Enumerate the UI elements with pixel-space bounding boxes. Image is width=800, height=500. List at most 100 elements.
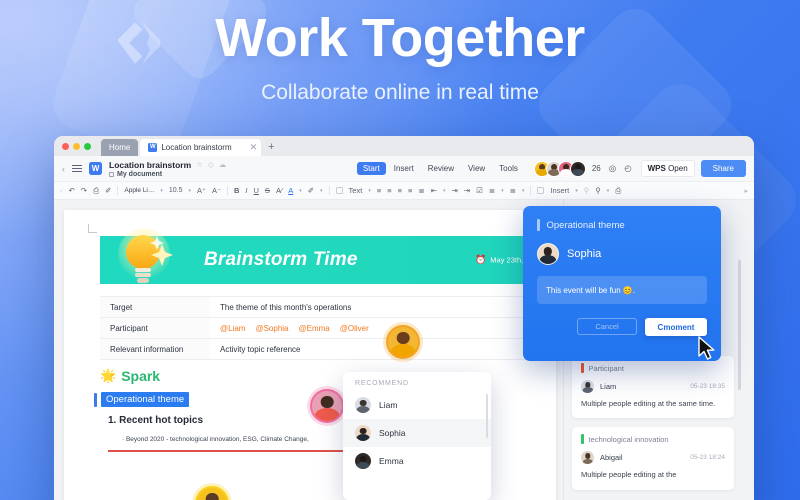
chevron-down-icon[interactable]: ▾ (320, 188, 323, 194)
dropdown-scrollbar[interactable] (485, 394, 488, 438)
minimize-window-button[interactable] (73, 142, 80, 150)
comment-card[interactable]: Participant Liam 05-23 18:35 Multiple pe… (572, 356, 734, 419)
comment-input[interactable]: This event will be fun 😊. (537, 276, 707, 304)
mention-emma[interactable]: @Emma (299, 324, 330, 333)
nav-prev-icon[interactable]: ‹ (60, 186, 63, 195)
close-icon[interactable]: ✕ (250, 142, 258, 153)
star-icon[interactable]: ☆ (196, 160, 203, 169)
decrease-font-button[interactable]: A⁻ (212, 186, 221, 195)
font-family-select[interactable]: Apple Li… (124, 187, 154, 194)
numbered-list-button[interactable]: ≣ (510, 186, 516, 195)
recent-topics-heading: 1. Recent hot topics (108, 415, 204, 426)
tab-location-brainstorm[interactable]: W Location brainstorm ✕ (140, 139, 262, 156)
chevron-down-icon[interactable]: ▾ (368, 188, 371, 194)
tab-review[interactable]: Review (422, 162, 460, 175)
comment-submit-button[interactable]: Cmoment (645, 318, 707, 336)
page-title: Work Together (215, 8, 585, 68)
tab-home[interactable]: Home (101, 139, 139, 156)
print-icon-2[interactable]: ⎙ (615, 186, 621, 196)
text-box-icon[interactable] (335, 187, 343, 194)
history-icon[interactable]: ◴ (624, 163, 631, 174)
italic-button[interactable]: I (245, 186, 247, 195)
search-icon[interactable]: ⚲ (595, 186, 601, 195)
wps-open-bold: WPS (647, 164, 666, 173)
comment-card[interactable]: technological innovation Abigail 05-23 1… (572, 427, 734, 490)
cloud-icon[interactable]: ☁ (219, 160, 227, 169)
mention-recommend-dropdown[interactable]: RECOMMEND Liam Sophia Emma (343, 372, 491, 500)
table-row-mentions[interactable]: @Liam @Sophia @Emma @Oliver (210, 317, 556, 339)
strikethrough-button[interactable]: S (265, 186, 270, 195)
operational-theme-selection[interactable]: Operational theme (94, 392, 190, 407)
hamburger-menu-icon[interactable] (72, 164, 82, 173)
font-color-button[interactable]: A (288, 186, 293, 195)
mention-oliver[interactable]: @Oliver (340, 324, 369, 333)
chevron-down-icon[interactable]: ▾ (160, 188, 163, 194)
tab-tools[interactable]: Tools (493, 162, 524, 175)
chevron-down-icon[interactable]: ▾ (522, 188, 525, 194)
avatar[interactable] (569, 160, 586, 177)
document-location[interactable]: My document (117, 171, 162, 178)
checkbox-list-icon[interactable]: ☑ (476, 186, 483, 195)
insert-menu[interactable]: Insert (550, 186, 569, 195)
table-row-value[interactable]: The theme of this month's operations (210, 296, 556, 318)
highlighted-text[interactable]: Operational theme (101, 392, 190, 407)
insert-icon[interactable] (537, 187, 545, 194)
bold-button[interactable]: B (234, 186, 239, 195)
chevron-down-icon[interactable]: ▾ (299, 188, 302, 194)
increase-indent-button[interactable]: ⇥ (452, 186, 458, 195)
text-style-label[interactable]: Text (349, 186, 363, 195)
redo-icon[interactable]: ↷ (81, 186, 87, 195)
align-center-button[interactable]: ≡ (387, 186, 391, 195)
tab-view[interactable]: View (462, 162, 491, 175)
recommend-item-sophia[interactable]: Sophia (343, 419, 491, 447)
wps-open-button[interactable]: WPS Open (640, 160, 695, 177)
undo-icon[interactable]: ↶ (69, 186, 75, 195)
highlight-button[interactable]: ✐ (308, 186, 314, 195)
mention-liam[interactable]: @Liam (220, 324, 245, 333)
new-comment-popup[interactable]: Operational theme Sophia This event will… (523, 206, 721, 361)
close-window-button[interactable] (62, 142, 69, 150)
table-row-value[interactable]: Activity topic reference (210, 338, 556, 360)
increase-font-button[interactable]: A⁺ (197, 186, 206, 195)
bullet-list-button[interactable]: ≣ (489, 186, 495, 195)
line-spacing-button[interactable]: ≣ (418, 186, 424, 195)
align-left-button[interactable]: ≡ (377, 186, 381, 195)
zoom-icon[interactable]: ⚲ (584, 186, 590, 195)
tab-start[interactable]: Start (356, 162, 386, 175)
chevron-down-icon[interactable]: ▾ (607, 188, 610, 194)
info-table[interactable]: Target The theme of this month's operati… (100, 296, 556, 360)
clear-format-button[interactable]: A⁄ (276, 186, 282, 195)
back-arrow-icon[interactable]: ‹ (62, 164, 65, 174)
align-justify-button[interactable]: ≡ (408, 186, 412, 195)
format-brush-icon[interactable]: ✐ (105, 186, 111, 195)
recommend-item-emma[interactable]: Emma (343, 447, 491, 475)
font-size-select[interactable]: 10.5 (169, 187, 183, 194)
decrease-indent-button[interactable]: ⇤ (431, 186, 437, 195)
presence-eye-icon[interactable]: ◎ (609, 163, 616, 174)
maximize-window-button[interactable] (84, 142, 91, 150)
share-button[interactable]: Share (700, 160, 746, 177)
chevron-down-icon[interactable]: ▾ (443, 188, 446, 194)
ribbon-overflow-arrow[interactable]: ▸ (744, 187, 748, 195)
tag-icon[interactable]: ◇ (208, 160, 214, 169)
chevron-down-icon[interactable]: ▾ (501, 188, 504, 194)
mention-sophia[interactable]: @Sophia (255, 324, 288, 333)
live-cursor-avatar-oliver[interactable] (386, 325, 420, 359)
sidebar-scrollbar[interactable] (738, 260, 741, 390)
tab-insert[interactable]: Insert (388, 162, 420, 175)
underline-button[interactable]: U (254, 186, 259, 195)
print-icon[interactable]: ⎙ (93, 186, 99, 196)
live-cursor-avatar-emma[interactable] (310, 389, 344, 423)
brainstorm-banner: Brainstorm Time ⏰ May 23th, 2022 (100, 228, 556, 284)
chevron-down-icon[interactable]: ▾ (189, 188, 192, 194)
window-controls[interactable] (62, 136, 101, 156)
chevron-down-icon[interactable]: ▾ (575, 188, 578, 194)
align-right-button[interactable]: ≡ (398, 186, 402, 195)
tab-doc-label: Location brainstorm (161, 143, 232, 152)
recommend-item-liam[interactable]: Liam (343, 391, 491, 419)
outdent-button[interactable]: ⇥ (464, 186, 470, 195)
new-tab-button[interactable]: + (261, 139, 281, 156)
cancel-button[interactable]: Cancel (577, 318, 637, 335)
collaborator-avatars[interactable] (533, 160, 586, 177)
ribbon-menu-tabs: Start Insert Review View Tools (356, 162, 524, 175)
